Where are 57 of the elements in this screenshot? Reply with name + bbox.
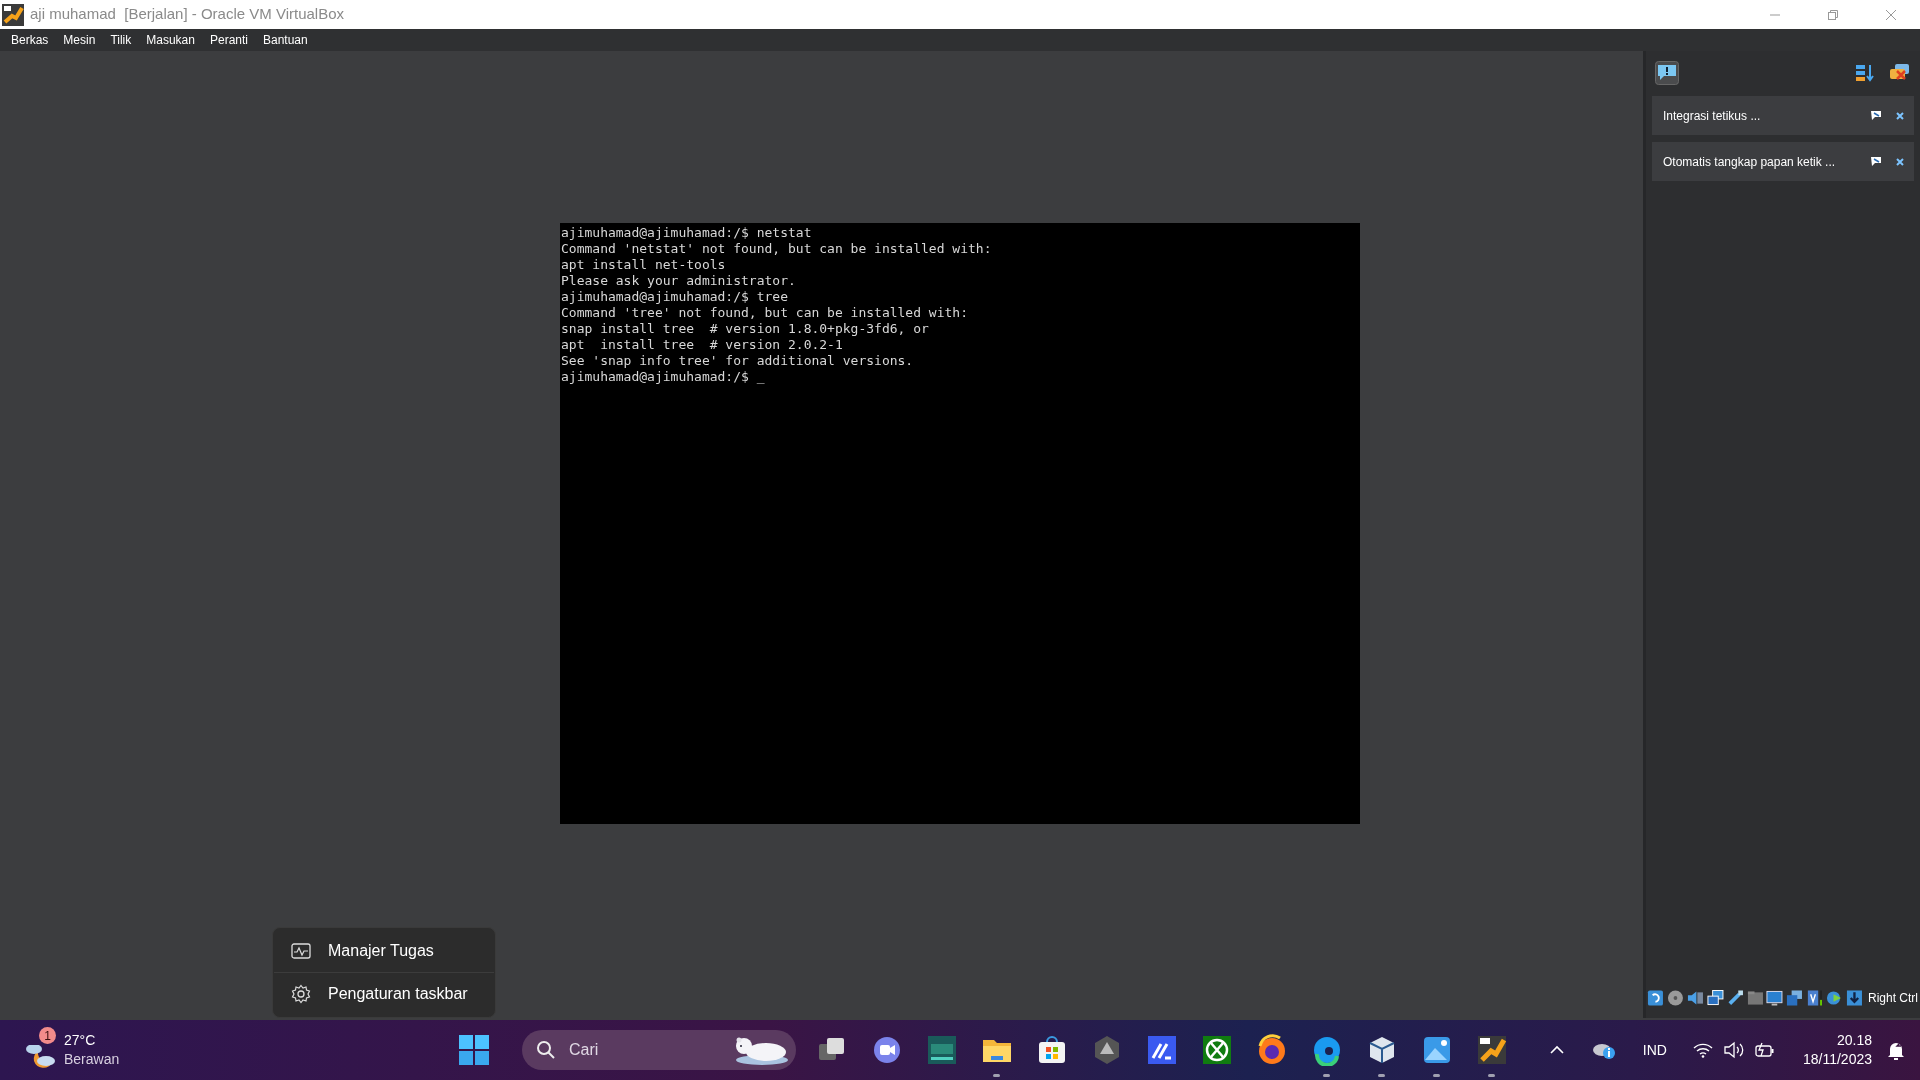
- display-icon[interactable]: [1766, 988, 1784, 1008]
- menu-item[interactable]: Bantuan: [256, 31, 315, 49]
- game-cover-icon[interactable]: [925, 1034, 958, 1066]
- search-input[interactable]: Cari: [569, 1038, 689, 1062]
- search-icon: [536, 1040, 556, 1060]
- close-icon[interactable]: [1896, 111, 1904, 120]
- terminal-line: See 'snap info tree' for additional versions.: [561, 353, 914, 369]
- network-icon[interactable]: [1706, 988, 1724, 1008]
- terminal-line: apt install net-tools: [561, 257, 726, 273]
- battery-icon[interactable]: [1754, 1041, 1775, 1059]
- menu-item[interactable]: Mesin: [56, 31, 103, 49]
- terminal-line: ajimuhamad@ajimuhamad:/$ _: [561, 369, 765, 385]
- notification-text: Otomatis tangkap papan ketik ...: [1663, 153, 1836, 171]
- notification-card[interactable]: Otomatis tangkap papan ketik ...: [1652, 142, 1914, 181]
- menu-item[interactable]: Berkas: [4, 31, 56, 49]
- restore-icon[interactable]: [1827, 8, 1839, 21]
- host-key-label: Right Ctrl: [1868, 990, 1918, 1007]
- terminal-line: snap install tree # version 1.8.0+pkg-3fd6, or: [561, 321, 929, 337]
- recording-icon[interactable]: [1786, 988, 1804, 1008]
- menu-item[interactable]: Peranti: [202, 31, 255, 49]
- menu-item[interactable]: Pengaturan taskbar: [273, 973, 495, 1015]
- language-indicator[interactable]: IND: [1642, 1039, 1667, 1061]
- sort-icon[interactable]: [1855, 63, 1875, 83]
- menu-item[interactable]: Tilik: [103, 31, 139, 49]
- usb-icon[interactable]: [1726, 988, 1744, 1008]
- weather-cloud-moon-icon[interactable]: [24, 1045, 58, 1069]
- terminal-line: Command 'netstat' not found, but can be installed with:: [561, 241, 992, 257]
- notification-count: 1: [39, 1027, 56, 1044]
- activity-monitor-icon: [291, 943, 311, 959]
- vm-logo-icon[interactable]: [1475, 1034, 1508, 1066]
- menu-item[interactable]: Masukan: [139, 31, 202, 49]
- start-button[interactable]: [459, 1035, 489, 1065]
- editor-logo-icon[interactable]: [1145, 1034, 1178, 1066]
- settings-icon: [291, 984, 311, 1004]
- clock-date[interactable]: 18/11/2023: [1802, 1050, 1872, 1069]
- terminal-line: Command 'tree' not found, but can be installed with:: [561, 305, 968, 321]
- close-icon[interactable]: [1896, 157, 1904, 166]
- weather-condition: Berawan: [64, 1050, 120, 1069]
- cpu-icon[interactable]: [1806, 988, 1824, 1008]
- close-icon[interactable]: [1885, 8, 1897, 21]
- terminal-line: apt install tree # version 2.0.2-1: [561, 337, 843, 353]
- temperature: 27°C: [64, 1031, 97, 1050]
- notification-card[interactable]: Integrasi tetikus ...: [1652, 96, 1914, 135]
- chevron-up-icon[interactable]: [1549, 1045, 1564, 1055]
- optical-disc-icon[interactable]: [1666, 988, 1684, 1008]
- shared-folder-icon[interactable]: [1746, 988, 1764, 1008]
- menu-item[interactable]: Manajer Tugas: [273, 930, 495, 972]
- notification-text: Integrasi tetikus ...: [1663, 107, 1761, 125]
- search-box[interactable]: Cari: [522, 1030, 796, 1070]
- terminal-line: ajimuhamad@ajimuhamad:/$ netstat: [561, 225, 812, 241]
- window-title: aji muhamad [Berjalan] - Oracle VM VirtualBox: [30, 4, 345, 25]
- terminal-line: Please ask your administrator.: [561, 273, 796, 289]
- speaker-icon[interactable]: [1722, 1041, 1745, 1059]
- wifi-icon[interactable]: [1692, 1042, 1713, 1058]
- clock-time[interactable]: 20.18: [1836, 1031, 1872, 1050]
- message-alert-icon: [1655, 61, 1679, 85]
- terminal-line: ajimuhamad@ajimuhamad:/$ tree: [561, 289, 788, 305]
